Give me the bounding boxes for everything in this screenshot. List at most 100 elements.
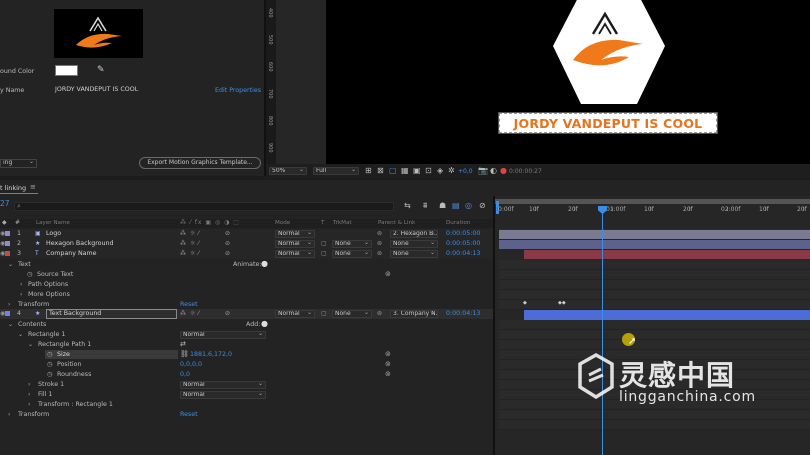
playhead-line[interactable] <box>602 207 603 455</box>
quality-switch-icon[interactable]: ⁄ <box>198 309 199 319</box>
roundness-stopwatch-icon[interactable]: ◷ <box>47 370 53 378</box>
layer-duration[interactable]: 0:00:04:13 <box>446 309 480 319</box>
edit-properties-link[interactable]: Edit Properties <box>215 87 261 94</box>
mode-dropdown[interactable]: Normal <box>275 250 315 258</box>
layer-row[interactable]: ◉ 1 ▣ Logo ⁂ ☼ ⁄ ⊘ Normal ⊚ 2. Hexagon B… <box>0 229 493 239</box>
region-icon[interactable]: ▢ <box>389 166 397 175</box>
position-value[interactable]: 0,0,0,0 <box>180 361 202 368</box>
size-value[interactable]: 1881,6,172,0 <box>190 351 232 358</box>
twirl-rectangle-icon[interactable]: ⌄ <box>18 331 23 338</box>
label-color-swatch[interactable] <box>5 231 10 236</box>
stopwatch-icon[interactable]: ◷ <box>27 270 33 278</box>
name-value[interactable]: JORDY VANDEPUT IS COOL <box>55 86 138 93</box>
parent-pickwhip-icon[interactable]: ⊚ <box>377 249 382 259</box>
parent-dropdown[interactable]: None <box>390 240 438 248</box>
layer-name[interactable]: Company Name <box>46 249 97 259</box>
layer-row[interactable]: ◉ 4 ★ Text Background ⁂ ☼ ⁄ ⊘ Normal ▢ N… <box>0 309 493 319</box>
twirl-rect-path-icon[interactable]: ⌄ <box>28 341 33 348</box>
parent-dropdown[interactable]: 3. Company N... <box>390 310 438 318</box>
zoom-dropdown[interactable]: 50% <box>269 167 307 175</box>
roundness-expression-icon[interactable]: ⊚ <box>385 370 391 378</box>
panel-menu-icon[interactable]: ≡ <box>30 183 36 191</box>
show-channel-icon[interactable]: ● <box>500 166 507 175</box>
mode-dropdown[interactable]: Normal <box>275 230 315 238</box>
layer-transform-reset-link[interactable]: Reset <box>180 411 198 418</box>
trkmat-dropdown[interactable]: None <box>332 240 372 248</box>
layer-duration[interactable]: 0:00:04:13 <box>446 249 480 259</box>
layer-name[interactable]: Text Background <box>46 309 177 319</box>
mode-dropdown[interactable]: Normal <box>275 240 315 248</box>
size-link-icon[interactable]: ⛓ <box>180 350 189 358</box>
draft-3d-icon[interactable]: ⩩ <box>423 201 427 211</box>
quality-switch-icon[interactable]: ⁄ <box>198 229 199 239</box>
motion-blur-switch-icon[interactable]: ⊘ <box>225 229 230 239</box>
timeline-title[interactable]: t linking <box>0 184 26 192</box>
stroke-blend-dropdown[interactable]: Normal <box>180 381 266 389</box>
layer-bar-company-name[interactable] <box>524 250 810 259</box>
layer-bar-text-background[interactable] <box>524 310 810 320</box>
roundness-value[interactable]: 0,0 <box>180 371 190 378</box>
motion-blur-switch-icon[interactable]: ⊘ <box>225 249 230 259</box>
twirl-more-options-icon[interactable]: › <box>20 291 22 298</box>
parent-pickwhip-icon[interactable]: ⊚ <box>377 229 382 239</box>
viewer-timecode[interactable]: 0:00:00:27 <box>509 168 542 175</box>
twirl-transform-rect-icon[interactable]: › <box>28 401 30 408</box>
shy-icon[interactable]: ☗ <box>439 201 446 210</box>
position-expression-icon[interactable]: ⊚ <box>385 360 391 368</box>
keyframe-marker[interactable]: ◆ <box>523 300 527 306</box>
layer-row[interactable]: ◉ 3 T Company Name ⁂ ☼ ⁄ ⊘ Normal ▢ None… <box>0 249 493 259</box>
3d-view-icon[interactable]: ⊡ <box>425 166 432 175</box>
source-text-link-icon[interactable]: ⊚ <box>385 270 391 278</box>
parent-pickwhip-icon[interactable]: ⊚ <box>377 309 382 319</box>
layer-bar-hexagon[interactable] <box>499 240 810 249</box>
title-text-box[interactable]: JORDY VANDEPUT IS COOL <box>498 112 718 134</box>
quality-dropdown[interactable]: Full <box>313 167 359 175</box>
bottom-dropdown[interactable]: ing <box>0 159 37 168</box>
size-expression-icon[interactable]: ⊚ <box>385 350 391 358</box>
twirl-text-icon[interactable]: ⌄ <box>8 261 13 268</box>
parent-dropdown[interactable]: None <box>390 250 438 258</box>
position-stopwatch-icon[interactable]: ◷ <box>47 360 53 368</box>
mode-dropdown[interactable]: Normal <box>275 310 315 318</box>
frame-blend-icon[interactable]: ▤ <box>452 201 460 210</box>
parent-dropdown[interactable]: 2. Hexagon B... <box>390 230 438 238</box>
fill-blend-dropdown[interactable]: Normal <box>180 391 266 399</box>
motion-blur-icon[interactable]: ◎ <box>465 201 472 210</box>
rectangle-blend-dropdown[interactable]: Normal <box>180 331 266 339</box>
add-content-icon[interactable]: ● <box>261 319 268 328</box>
exposure-value[interactable]: +0,0 <box>458 168 473 175</box>
twirl-contents-icon[interactable]: ⌄ <box>8 321 13 328</box>
collapse-switch-icon[interactable]: ☼ <box>190 249 195 259</box>
transparency-icon[interactable]: ▦ <box>401 166 409 175</box>
transform-reset-link[interactable]: Reset <box>180 301 198 308</box>
quality-switch-icon[interactable]: ⁄ <box>198 239 199 249</box>
shy-switch-icon[interactable]: ⁂ <box>180 239 186 249</box>
label-color-swatch[interactable] <box>5 241 10 246</box>
current-time[interactable]: 27 <box>0 199 10 208</box>
shy-switch-icon[interactable]: ⁂ <box>180 309 186 319</box>
layer-name[interactable]: Logo <box>46 229 61 239</box>
collapse-switch-icon[interactable]: ☼ <box>190 239 195 249</box>
preserve-transparency-icon[interactable]: ▢ <box>321 249 327 259</box>
trkmat-dropdown[interactable]: None <box>332 310 372 318</box>
layer-name[interactable]: Hexagon Background <box>46 239 114 249</box>
layer-duration[interactable]: 0:00:05:00 <box>446 229 480 239</box>
exposure-reset-icon[interactable]: ✲ <box>448 166 455 175</box>
show-snapshot-icon[interactable]: ◐ <box>490 166 497 175</box>
eyedropper-icon[interactable]: ✎ <box>97 65 105 75</box>
preserve-transparency-icon[interactable]: ▢ <box>321 239 327 249</box>
motion-blur-switch-icon[interactable]: ⊘ <box>225 309 230 319</box>
preserve-transparency-icon[interactable]: ▢ <box>321 309 327 319</box>
work-area-bar[interactable] <box>495 199 810 204</box>
keyframe-marker[interactable]: ◆◆ <box>558 300 566 306</box>
collapse-switch-icon[interactable]: ☼ <box>190 229 195 239</box>
twirl-fill-icon[interactable]: › <box>28 391 30 398</box>
twirl-path-options-icon[interactable]: › <box>20 281 22 288</box>
quality-switch-icon[interactable]: ⁄ <box>198 249 199 259</box>
graph-editor-icon[interactable]: ⊘ <box>479 201 486 210</box>
trkmat-dropdown[interactable]: None <box>332 250 372 258</box>
search-field[interactable]: ⌕ <box>14 202 394 211</box>
twirl-stroke-icon[interactable]: › <box>28 381 30 388</box>
path-direction-icon[interactable]: ⇄ <box>180 340 186 348</box>
size-stopwatch-icon[interactable]: ◷ <box>47 350 53 358</box>
